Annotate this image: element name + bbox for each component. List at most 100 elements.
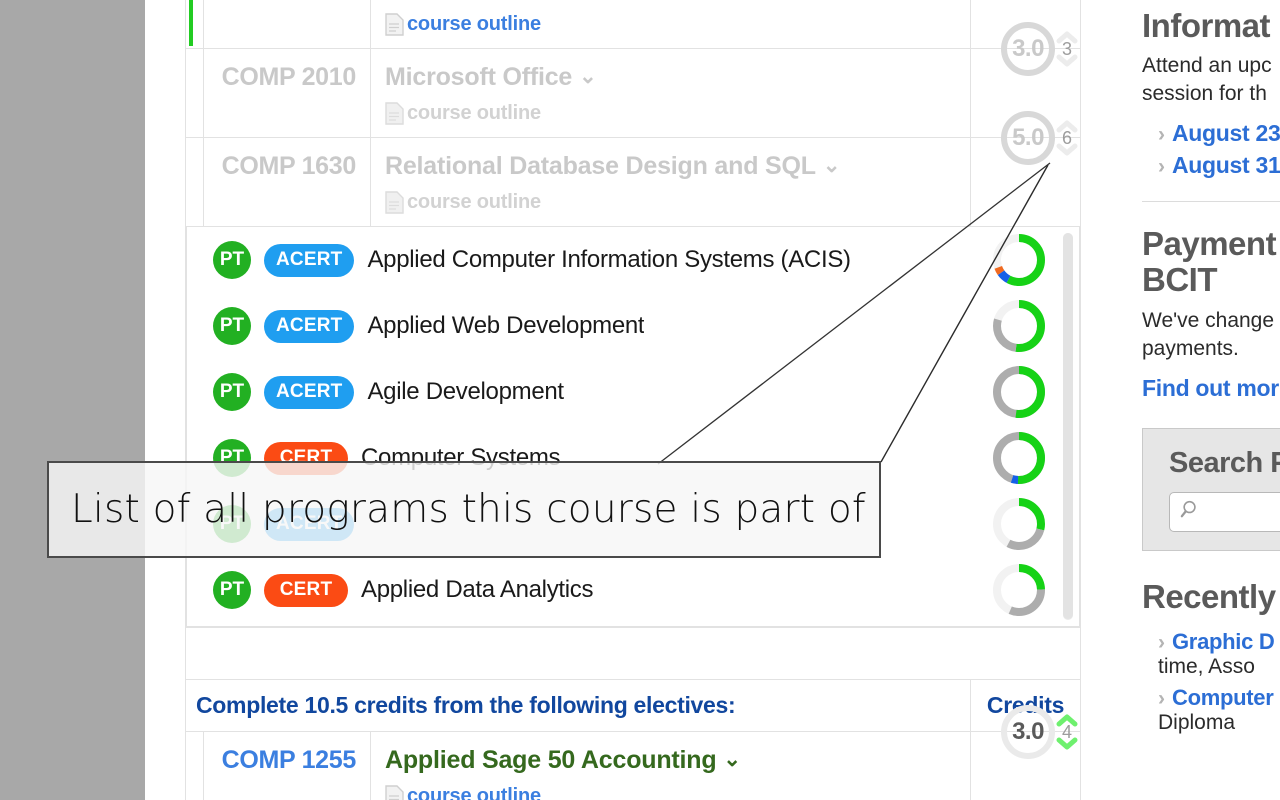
list-item[interactable]: PT ACERT Applied Computer Information Sy… bbox=[187, 227, 1079, 293]
program-name[interactable]: Applied Data Analytics bbox=[361, 576, 593, 604]
table-row[interactable]: COMP 1630 Relational Database Design and… bbox=[185, 111, 1081, 227]
course-code[interactable]: COMP 1630 bbox=[203, 137, 371, 227]
chevron-right-icon: › bbox=[1158, 155, 1165, 179]
course-title-cell: Microsoft Office ⌄ course outline bbox=[370, 48, 971, 138]
payment-find-out-more-link[interactable]: Find out mor bbox=[1142, 375, 1280, 402]
course-code[interactable]: COMP 1255 bbox=[203, 731, 371, 800]
credits-side-number: 3 bbox=[1061, 38, 1072, 59]
recently-viewed-item-2[interactable]: › Computer bbox=[1142, 685, 1280, 711]
program-name[interactable]: Applied Web Development bbox=[367, 312, 644, 340]
search-input[interactable] bbox=[1202, 501, 1280, 523]
course-outline-label: course outline bbox=[407, 785, 541, 800]
program-progress-ring bbox=[991, 298, 1047, 354]
annotation-callout: List of all programs this course is part… bbox=[47, 461, 881, 558]
info-session-heading: Informat bbox=[1142, 7, 1271, 44]
program-progress-ring bbox=[991, 562, 1047, 618]
course-title[interactable]: Relational Database Design and SQL bbox=[385, 152, 816, 181]
course-code[interactable] bbox=[203, 0, 371, 49]
list-item[interactable]: PT ACERT Applied Web Development bbox=[187, 293, 1079, 359]
info-session-link-label[interactable]: August 23 bbox=[1172, 120, 1280, 147]
course-outline-label: course outline bbox=[407, 191, 541, 213]
program-requirements-table: course outline 3.0 bbox=[185, 0, 1081, 800]
credits-side-number: 6 bbox=[1061, 127, 1072, 148]
credits-side-badge: 6 bbox=[1055, 116, 1079, 160]
recently-viewed-sub: Diploma bbox=[1158, 710, 1236, 734]
course-title-cell: Relational Database Design and SQL ⌄ cour… bbox=[370, 137, 971, 227]
program-list-panel[interactable]: PT ACERT Applied Computer Information Sy… bbox=[186, 227, 1080, 627]
recently-viewed-link[interactable]: Graphic D bbox=[1172, 629, 1275, 655]
program-list-cell: PT ACERT Applied Computer Information Sy… bbox=[185, 226, 1081, 628]
row-accent-bar bbox=[185, 137, 204, 227]
info-session-link-1[interactable]: › August 23 bbox=[1142, 120, 1280, 147]
credits-cell: 5.0 6 bbox=[970, 111, 1081, 227]
course-outline-label: course outline bbox=[407, 102, 541, 124]
payment-body-line1: We've change bbox=[1142, 308, 1275, 332]
left-gutter bbox=[0, 0, 145, 800]
course-code[interactable]: COMP 2010 bbox=[203, 48, 371, 138]
program-progress-ring bbox=[991, 232, 1047, 288]
program-list-row: PT ACERT Applied Computer Information Sy… bbox=[185, 226, 1081, 628]
credits-side-badge: 4 bbox=[1055, 710, 1079, 754]
table-row[interactable]: course outline 3.0 bbox=[185, 0, 1081, 49]
chevron-right-icon: › bbox=[1158, 123, 1165, 147]
info-session-body-line2: session for th bbox=[1142, 82, 1267, 106]
course-outline-link[interactable]: course outline bbox=[385, 191, 970, 214]
chevron-down-icon[interactable]: ⌄ bbox=[823, 153, 841, 178]
row-accent-bar bbox=[185, 48, 204, 138]
search-icon bbox=[1179, 498, 1202, 526]
credential-badge: ACERT bbox=[264, 309, 355, 343]
program-name[interactable]: Applied Computer Information Systems (AC… bbox=[367, 246, 850, 274]
search-panel-title: Search P bbox=[1169, 446, 1280, 479]
info-session-body-line1: Attend an upc bbox=[1142, 54, 1272, 78]
delivery-badge: PT bbox=[213, 373, 251, 411]
recently-viewed-sub: time, Asso bbox=[1158, 654, 1255, 678]
chevron-right-icon: › bbox=[1158, 630, 1165, 654]
right-sidebar: Informat Attend an upc session for th › … bbox=[1118, 0, 1280, 800]
list-item[interactable]: PT CERT Applied Data Analytics bbox=[187, 557, 1079, 623]
payment-block: Payment BCIT We've change payments. Find… bbox=[1118, 202, 1280, 401]
delivery-badge: PT bbox=[213, 307, 251, 345]
electives-header-label: Complete 10.5 credits from the following… bbox=[185, 679, 971, 732]
program-list-scrollbar[interactable] bbox=[1063, 233, 1073, 620]
payment-body-line2: payments. bbox=[1142, 336, 1239, 360]
info-session-link-label[interactable]: August 31 bbox=[1172, 152, 1280, 179]
table-spacer-row bbox=[185, 627, 1081, 680]
chevron-down-icon[interactable]: ⌄ bbox=[579, 64, 597, 89]
course-title[interactable]: Applied Sage 50 Accounting bbox=[385, 746, 717, 775]
program-progress-ring bbox=[991, 496, 1047, 552]
annotation-callout-text: List of all programs this course is part… bbox=[71, 487, 866, 532]
credits-value: 3.0 bbox=[1012, 718, 1044, 745]
course-outline-link[interactable]: course outline bbox=[385, 102, 970, 125]
program-name[interactable]: Agile Development bbox=[367, 378, 563, 406]
page-root: course outline 3.0 bbox=[0, 0, 1280, 800]
row-accent-bar bbox=[185, 731, 204, 800]
credential-badge: CERT bbox=[264, 573, 348, 607]
credits-value: 3.0 bbox=[1012, 35, 1044, 62]
course-title-cell: course outline bbox=[370, 0, 971, 49]
chevron-right-icon: › bbox=[1158, 686, 1165, 710]
search-input-wrapper[interactable] bbox=[1169, 491, 1280, 532]
document-icon bbox=[385, 785, 404, 800]
info-session-block: Informat Attend an upc session for th › … bbox=[1118, 0, 1280, 179]
chevron-down-icon[interactable]: ⌄ bbox=[723, 747, 741, 772]
recently-viewed-heading: Recently bbox=[1142, 577, 1276, 615]
search-programs-panel: Search P bbox=[1142, 427, 1280, 551]
credits-side-number: 4 bbox=[1061, 721, 1072, 742]
scrollbar-thumb[interactable] bbox=[1063, 233, 1073, 619]
info-session-link-2[interactable]: › August 31 bbox=[1142, 152, 1280, 179]
delivery-badge: PT bbox=[213, 241, 251, 279]
table-row[interactable]: COMP 2010 Microsoft Office ⌄ course outli… bbox=[185, 22, 1081, 138]
document-icon bbox=[385, 191, 404, 214]
list-item[interactable]: PT ACERT Agile Development bbox=[187, 359, 1079, 425]
course-title[interactable]: Microsoft Office bbox=[385, 63, 572, 92]
payment-heading-line1: Payment bbox=[1142, 225, 1277, 263]
course-outline-link[interactable]: course outline bbox=[385, 785, 970, 800]
credits-side-badge: 3 bbox=[1055, 27, 1079, 71]
course-outline-label: course outline bbox=[407, 13, 541, 35]
course-outline-link[interactable]: course outline bbox=[385, 13, 970, 36]
program-progress-ring bbox=[991, 364, 1047, 420]
table-row[interactable]: COMP 1255 Applied Sage 50 Accounting ⌄ co… bbox=[185, 705, 1081, 800]
credential-badge: ACERT bbox=[264, 243, 355, 277]
recently-viewed-link[interactable]: Computer bbox=[1172, 685, 1274, 711]
recently-viewed-item-1[interactable]: › Graphic D bbox=[1142, 629, 1280, 655]
